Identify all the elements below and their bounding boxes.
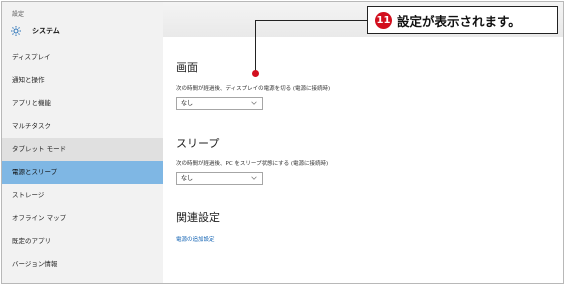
sidebar-item-multitasking[interactable]: マルチタスク — [2, 115, 163, 138]
sleep-timeout-value: なし — [181, 175, 194, 182]
chevron-down-icon — [251, 101, 257, 105]
sidebar-item-tablet-mode[interactable]: タブレット モード — [2, 138, 163, 161]
sleep-timeout-label: 次の時間が経過後、PC をスリープ状態にする (電源に接続時) — [176, 161, 329, 167]
sidebar-item-display[interactable]: ディスプレイ — [2, 46, 163, 69]
callout-leader-line — [255, 20, 367, 74]
screen-timeout-label: 次の時間が経過後、ディスプレイの電源を切る (電源に接続時) — [176, 86, 331, 92]
gear-icon — [11, 26, 21, 36]
sidebar-item-offline-maps[interactable]: オフライン マップ — [2, 207, 163, 230]
callout-number-badge: 11 — [375, 11, 392, 29]
sleep-section-title: スリープ — [176, 137, 220, 150]
callout-leader-dot — [252, 70, 259, 77]
sidebar-header-label: システム — [32, 27, 60, 35]
screen-timeout-dropdown[interactable]: なし — [176, 97, 263, 110]
additional-power-settings-link[interactable]: 電源の追加設定 — [176, 235, 215, 243]
chevron-down-icon — [251, 176, 257, 180]
screen-section-title: 画面 — [176, 61, 198, 74]
window-title: 設定 — [12, 11, 25, 18]
sleep-timeout-dropdown[interactable]: なし — [176, 172, 263, 185]
sidebar-item-notifications[interactable]: 通知と操作 — [2, 69, 163, 92]
callout-text: 設定が表示されます。 — [397, 13, 521, 29]
sidebar-item-power-sleep[interactable]: 電源とスリープ — [2, 161, 163, 184]
screen-timeout-value: なし — [181, 100, 194, 107]
sidebar-item-default-apps[interactable]: 既定のアプリ — [2, 230, 163, 253]
sidebar-item-about[interactable]: バージョン情報 — [2, 253, 163, 276]
sidebar: 設定 システム ディスプレイ 通知と操作 アプリと機能 マルチタスク タブレット… — [2, 2, 163, 283]
sidebar-item-apps[interactable]: アプリと機能 — [2, 92, 163, 115]
sidebar-item-storage[interactable]: ストレージ — [2, 184, 163, 207]
sidebar-nav: ディスプレイ 通知と操作 アプリと機能 マルチタスク タブレット モード 電源と… — [2, 46, 163, 276]
related-settings-title: 関連設定 — [176, 211, 220, 224]
sidebar-header: システム — [10, 24, 60, 38]
callout-box: 11 設定が表示されます。 — [367, 6, 558, 34]
